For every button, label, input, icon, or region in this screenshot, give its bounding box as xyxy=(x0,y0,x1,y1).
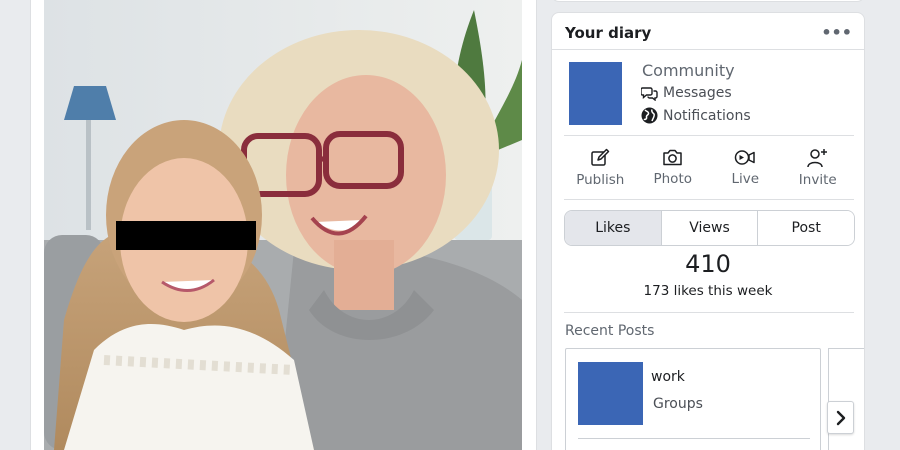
tab-likes[interactable]: Likes xyxy=(565,211,662,245)
publish-label: Publish xyxy=(576,172,625,188)
next-post-card-edge[interactable] xyxy=(828,348,864,450)
recent-post-thumbnail xyxy=(578,362,643,425)
action-bar: Publish Photo Live Invite xyxy=(564,146,854,196)
messages-label: Messages xyxy=(663,85,732,101)
community-thumbnail[interactable] xyxy=(569,62,622,125)
diary-panel: Your diary ••• Community Messages Notifi… xyxy=(551,12,865,450)
divider xyxy=(564,312,854,313)
diary-header: Your diary ••• xyxy=(552,13,864,50)
stats-tabs: Likes Views Post xyxy=(564,210,855,246)
messages-link[interactable]: Messages xyxy=(641,85,732,101)
globe-icon xyxy=(641,107,658,124)
previous-widget-edge xyxy=(551,0,865,2)
edit-icon xyxy=(591,148,610,166)
invite-label: Invite xyxy=(798,172,837,188)
divider xyxy=(578,438,810,439)
recent-post-card[interactable]: work Groups xyxy=(565,348,821,450)
live-label: Live xyxy=(731,171,760,187)
publish-button[interactable]: Publish xyxy=(564,146,637,196)
tab-post[interactable]: Post xyxy=(758,211,854,245)
recent-post-title: work xyxy=(651,369,685,385)
live-video-icon xyxy=(735,150,755,165)
photo-label: Photo xyxy=(653,171,692,187)
likes-count: 410 xyxy=(685,250,731,278)
next-button[interactable] xyxy=(827,401,854,434)
likes-caption: 173 likes this week xyxy=(643,283,773,299)
tab-views[interactable]: Views xyxy=(661,211,759,245)
recent-posts-heading: Recent Posts xyxy=(565,323,655,339)
invite-button[interactable]: Invite xyxy=(782,146,855,196)
diary-title: Your diary xyxy=(565,24,652,42)
live-button[interactable]: Live xyxy=(709,146,782,196)
notifications-link[interactable]: Notifications xyxy=(641,107,751,124)
chat-bubbles-icon xyxy=(641,86,658,101)
chevron-right-icon xyxy=(836,410,845,425)
divider xyxy=(564,199,854,200)
camera-icon xyxy=(663,149,682,166)
divider xyxy=(564,135,854,136)
post-photo[interactable] xyxy=(44,0,522,450)
more-horizontal-icon[interactable]: ••• xyxy=(821,23,852,42)
community-name[interactable]: Community xyxy=(642,61,735,80)
add-person-icon xyxy=(807,149,828,168)
photo-button[interactable]: Photo xyxy=(637,146,710,196)
recent-post-subtitle: Groups xyxy=(653,396,703,412)
notifications-label: Notifications xyxy=(663,107,751,124)
